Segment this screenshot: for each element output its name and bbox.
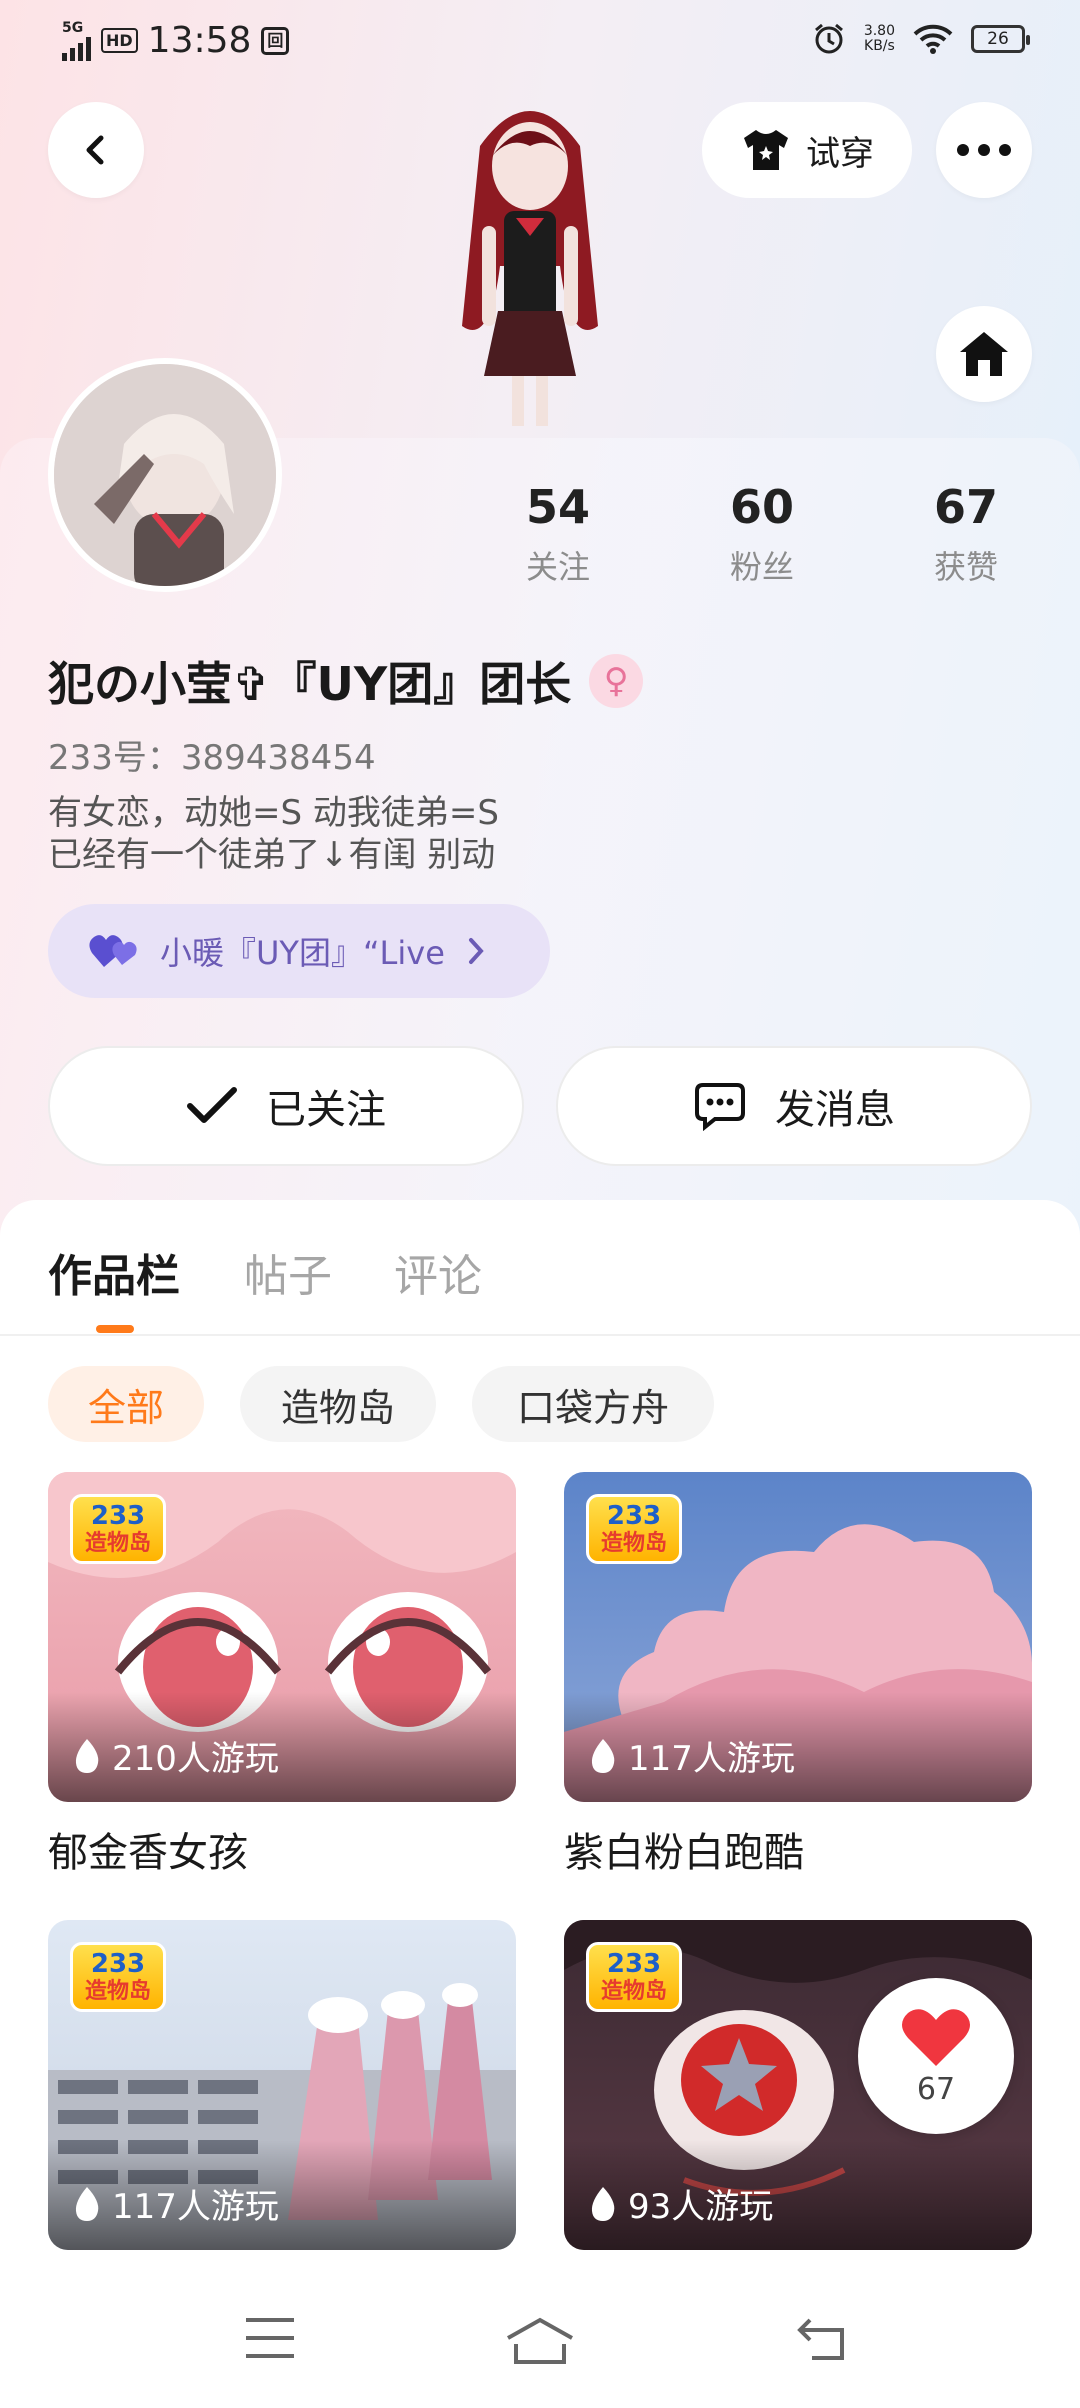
creation-island-badge: 233 造物岛 [70, 1942, 166, 2012]
work-card[interactable]: 233 造物岛 117人游玩 紫白粉白跑酷 [564, 1472, 1032, 1878]
followers-stat[interactable]: 60 粉丝 [692, 480, 832, 588]
followers-count: 60 [729, 480, 794, 534]
avatar-3d-figure[interactable] [420, 86, 640, 436]
bio: 有女恋，动她=S 动我徒弟=S 已经有一个徒弟了↓有闺 别动 [48, 792, 499, 876]
following-stat[interactable]: 54 关注 [488, 480, 628, 588]
active-tab-indicator [96, 1325, 134, 1333]
filter-pocket-ark[interactable]: 口袋方舟 [472, 1366, 714, 1442]
creation-island-badge: 233 造物岛 [586, 1494, 682, 1564]
chevron-right-icon [468, 938, 484, 964]
following-button-label: 已关注 [266, 1087, 386, 1133]
tshirt-icon [744, 130, 788, 170]
try-on-label: 试穿 [806, 133, 874, 174]
like-button[interactable]: 67 [858, 1978, 1014, 2134]
more-button[interactable] [936, 102, 1032, 198]
user-id[interactable]: 233号：389438454 [48, 730, 376, 779]
flame-icon [75, 2186, 99, 2221]
work-title: 紫白粉白跑酷 [564, 1830, 804, 1876]
back-button[interactable] [48, 102, 144, 198]
play-count: 210人游玩 [72, 1731, 279, 1780]
tab-comments[interactable]: 评论 [394, 1240, 482, 1304]
play-count: 93人游玩 [588, 2179, 773, 2228]
followers-label: 粉丝 [729, 548, 794, 586]
network-speed: 3.80 KB/s [863, 23, 895, 54]
relationship-badge-label: 小暖『UY团』“Live [160, 934, 445, 972]
flame-icon [75, 1738, 99, 1773]
checkmark-icon [187, 1087, 237, 1123]
hd-icon: HD [101, 28, 138, 53]
relationship-badge[interactable]: 小暖『UY团』“Live [48, 904, 550, 998]
battery-icon: 26 [971, 25, 1030, 53]
home-button[interactable] [936, 306, 1032, 402]
double-heart-icon [89, 935, 137, 967]
work-card[interactable]: 233 造物岛 210人游玩 郁金香女孩 [48, 1472, 516, 1878]
flame-icon [591, 2186, 615, 2221]
following-label: 关注 [525, 548, 590, 586]
back-nav-icon[interactable] [796, 2316, 852, 2362]
network-type: 5G [62, 19, 84, 36]
work-thumbnail: 233 造物岛 117人游玩 [564, 1472, 1032, 1802]
creation-island-badge: 233 造物岛 [586, 1942, 682, 2012]
likes-stat[interactable]: 67 获赞 [896, 480, 1036, 588]
send-message-button[interactable]: 发消息 [556, 1046, 1032, 1166]
work-title: 郁金香女孩 [48, 1830, 248, 1876]
likes-count: 67 [933, 480, 998, 534]
play-count: 117人游玩 [72, 2179, 279, 2228]
notification-icon: 回 [261, 26, 290, 55]
filter-creation-island[interactable]: 造物岛 [240, 1366, 436, 1442]
chevron-left-icon [86, 135, 104, 165]
status-time: 13:58 [147, 20, 252, 61]
more-dots-icon [957, 144, 1011, 156]
try-on-button[interactable]: 试穿 [702, 102, 912, 198]
chat-bubble-icon [695, 1083, 745, 1131]
female-gender-icon: ♀ [589, 654, 644, 708]
username-row: 犯の小莹✞『UY团』团长 ♀ [48, 648, 644, 714]
like-count: 67 [916, 2071, 956, 2107]
tab-divider [0, 1334, 1080, 1336]
avatar[interactable] [48, 358, 282, 592]
flame-icon [591, 1738, 615, 1773]
username: 犯の小莹✞『UY团』团长 [48, 657, 572, 711]
tab-works[interactable]: 作品栏 [48, 1240, 180, 1304]
menu-icon[interactable] [244, 2316, 296, 2360]
status-bar: 5G HD 13:58 回 3.80 KB/s 26 [0, 0, 1080, 88]
work-card[interactable]: 233 造物岛 117人游玩 [48, 1920, 516, 2268]
tab-posts[interactable]: 帖子 [244, 1240, 332, 1304]
signal-icon [62, 35, 91, 61]
alarm-icon [814, 23, 843, 54]
work-thumbnail: 233 造物岛 210人游玩 [48, 1472, 516, 1802]
following-button[interactable]: 已关注 [48, 1046, 524, 1166]
bio-line-1: 有女恋，动她=S 动我徒弟=S [48, 793, 499, 833]
home-nav-icon[interactable] [504, 2316, 576, 2364]
work-thumbnail: 233 造物岛 117人游玩 [48, 1920, 516, 2250]
likes-label: 获赞 [933, 548, 998, 586]
following-count: 54 [525, 480, 590, 534]
avatar-illustration [54, 364, 276, 586]
heart-icon [902, 2008, 970, 2066]
bio-line-2: 已经有一个徒弟了↓有闺 别动 [48, 835, 496, 875]
home-icon [960, 332, 1008, 376]
play-count: 117人游玩 [588, 1731, 795, 1780]
send-message-label: 发消息 [775, 1087, 895, 1133]
wifi-icon [913, 24, 953, 54]
character-illustration [462, 111, 598, 426]
filter-all[interactable]: 全部 [48, 1366, 204, 1442]
creation-island-badge: 233 造物岛 [70, 1494, 166, 1564]
